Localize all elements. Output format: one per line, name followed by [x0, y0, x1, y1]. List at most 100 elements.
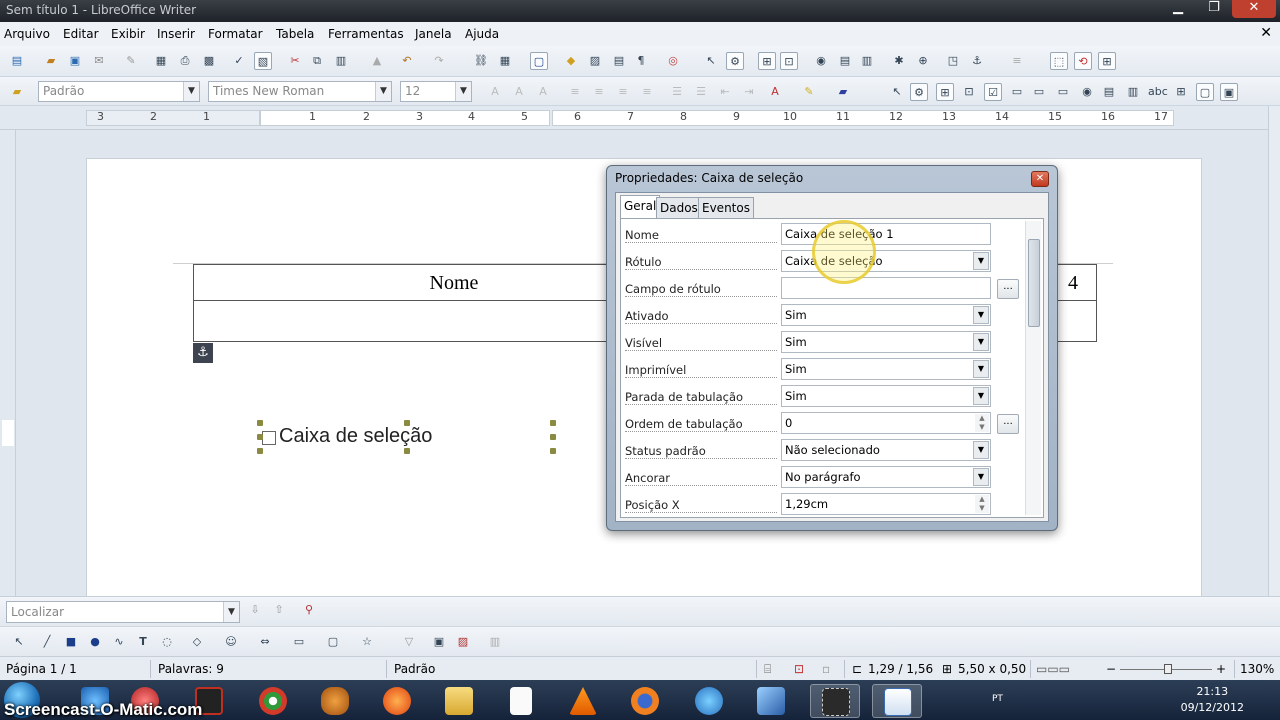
resize-handle[interactable] [404, 448, 410, 454]
tab-geral[interactable]: Geral [620, 195, 661, 219]
send-back-icon[interactable]: ⟲ [1074, 52, 1092, 70]
decrease-indent-icon[interactable]: ⇤ [716, 83, 734, 101]
tab-dados[interactable]: Dados [656, 197, 702, 219]
wizards-icon[interactable]: ▣ [1220, 83, 1238, 101]
close-icon[interactable]: ✕ [1031, 171, 1049, 187]
insert-mode-icon[interactable]: ⌸ [764, 662, 771, 677]
resize-handle[interactable] [257, 434, 263, 440]
taskbar-gimp[interactable] [310, 684, 360, 718]
label-field[interactable]: Caixa de seleção ▼ [781, 250, 991, 272]
combo-box-icon[interactable]: ▥ [1124, 83, 1142, 101]
chevron-down-icon[interactable]: ▼ [973, 441, 989, 459]
form-navigator-icon[interactable]: ◉ [812, 52, 830, 70]
menu-formatar[interactable]: Formatar [208, 27, 263, 41]
menu-editar[interactable]: Editar [63, 27, 99, 41]
rectangle-icon[interactable]: ■ [62, 633, 80, 651]
tab-order-field[interactable]: 0 ▲ ▼ [781, 412, 991, 434]
form-design-2-icon[interactable]: ▢ [1196, 83, 1214, 101]
flowchart-icon[interactable]: ▭ [290, 633, 308, 651]
new-document-icon[interactable]: ▤ [8, 52, 26, 70]
tab-eventos[interactable]: Eventos [698, 197, 754, 219]
formatting-marks-icon[interactable]: ¶ [632, 52, 650, 70]
chevron-down-icon[interactable]: ▼ [455, 82, 471, 101]
checkbox-tool-icon[interactable]: ☑ [984, 83, 1002, 101]
align-left-icon[interactable]: ≡ [566, 83, 584, 101]
position-size-icon[interactable]: ◳ [944, 52, 962, 70]
dialog-scrollbar[interactable] [1025, 221, 1041, 515]
maximize-icon[interactable]: ❐ [1200, 0, 1228, 18]
ellipse-icon[interactable]: ● [86, 633, 104, 651]
text-box-tool-icon[interactable]: ▭ [1008, 83, 1026, 101]
taskbar-writer[interactable] [872, 684, 922, 718]
basic-shapes-icon[interactable]: ◇ [188, 633, 206, 651]
chevron-down-icon[interactable]: ▼ [973, 252, 989, 270]
printable-select[interactable]: Sim ▼ [781, 358, 991, 380]
taskbar-vlc[interactable] [558, 684, 608, 718]
anchor-icon[interactable]: ⚓ [193, 343, 213, 363]
anchor-toolbar-icon[interactable]: ⚓ [968, 52, 986, 70]
autospell-icon[interactable]: ▧ [254, 52, 272, 70]
minimize-icon[interactable]: ▁ [1164, 0, 1192, 18]
spin-icon[interactable]: ▲ ▼ [975, 495, 989, 513]
taskbar-virtualbox[interactable] [746, 684, 796, 718]
zoom-slider-thumb[interactable] [1164, 664, 1172, 674]
symbol-shapes-icon[interactable]: ☺ [222, 633, 240, 651]
numbering-icon[interactable]: ☰ [668, 83, 686, 101]
list-box-icon[interactable]: ▤ [1100, 83, 1118, 101]
more-controls-icon[interactable]: ⊞ [1172, 83, 1190, 101]
design-mode-icon[interactable]: ⚙ [726, 52, 744, 70]
clone-format-icon[interactable]: ▲ [368, 52, 386, 70]
document-vertical-scrollbar[interactable] [1268, 106, 1280, 596]
justify-icon[interactable]: ≡ [638, 83, 656, 101]
email-icon[interactable]: ✉ [90, 52, 108, 70]
chevron-down-icon[interactable]: ▼ [973, 468, 989, 486]
control-props-2-icon[interactable]: ⊞ [936, 83, 954, 101]
menu-ferramentas[interactable]: Ferramentas [328, 27, 404, 41]
taskbar-messenger[interactable] [684, 684, 734, 718]
align-center-icon[interactable]: ≡ [590, 83, 608, 101]
find-input[interactable]: Localizar ▼ [6, 601, 240, 623]
table-icon[interactable]: ▦ [496, 52, 514, 70]
horizontal-ruler[interactable]: 3 2 1 1 2 3 4 5 6 7 8 9 10 11 12 13 14 1… [0, 106, 1280, 130]
tab-order-browse-button[interactable]: ... [997, 414, 1019, 434]
italic-icon[interactable]: A [510, 83, 528, 101]
label-field-field[interactable] [781, 277, 991, 299]
close-icon[interactable]: ✕ [1232, 0, 1276, 18]
background-color-icon[interactable]: ▰ [834, 83, 852, 101]
chevron-down-icon[interactable]: ▼ [375, 82, 391, 101]
zoom-in-icon[interactable]: + [1216, 662, 1226, 676]
save-icon[interactable]: ▣ [66, 52, 84, 70]
navigator-icon[interactable]: ◆ [562, 52, 580, 70]
form-properties-icon[interactable]: ⊡ [780, 52, 798, 70]
font-name-select[interactable]: Times New Roman ▼ [208, 81, 392, 102]
redo-icon[interactable]: ↷ [430, 52, 448, 70]
text-icon[interactable]: T [134, 633, 152, 651]
default-status-select[interactable]: Não selecionado ▼ [781, 439, 991, 461]
resize-handle[interactable] [550, 420, 556, 426]
cut-icon[interactable]: ✂ [286, 52, 304, 70]
label-field-browse-button[interactable]: ... [997, 279, 1019, 299]
block-arrows-icon[interactable]: ⇔ [256, 633, 274, 651]
view-layout-icon[interactable]: ▭▭▭ [1036, 662, 1070, 676]
chevron-down-icon[interactable]: ▼ [973, 306, 989, 324]
align-icon[interactable]: ≡ [1008, 52, 1026, 70]
extrusion-icon[interactable]: ▥ [486, 633, 504, 651]
increase-indent-icon[interactable]: ⇥ [740, 83, 758, 101]
tabstop-select[interactable]: Sim ▼ [781, 385, 991, 407]
menu-exibir[interactable]: Exibir [111, 27, 145, 41]
chevron-down-icon[interactable]: ▼ [973, 333, 989, 351]
option-button-icon[interactable]: ◉ [1078, 83, 1096, 101]
fontwork-icon[interactable]: ▣ [430, 633, 448, 651]
resize-handle[interactable] [550, 434, 556, 440]
chevron-down-icon[interactable]: ▼ [183, 82, 199, 101]
line-icon[interactable]: ╱ [38, 633, 56, 651]
font-color-icon[interactable]: A [766, 83, 784, 101]
curve-icon[interactable]: ∿ [110, 633, 128, 651]
form-design-icon[interactable]: ▢ [530, 52, 548, 70]
name-field[interactable]: Caixa de seleção 1 [781, 223, 991, 245]
enabled-select[interactable]: Sim ▼ [781, 304, 991, 326]
hyperlink-icon[interactable]: ⛓ [472, 52, 490, 70]
highlight-icon[interactable]: ✎ [800, 83, 818, 101]
styles-icon[interactable]: ▰ [8, 83, 26, 101]
page-count[interactable]: Página 1 / 1 [6, 662, 77, 676]
